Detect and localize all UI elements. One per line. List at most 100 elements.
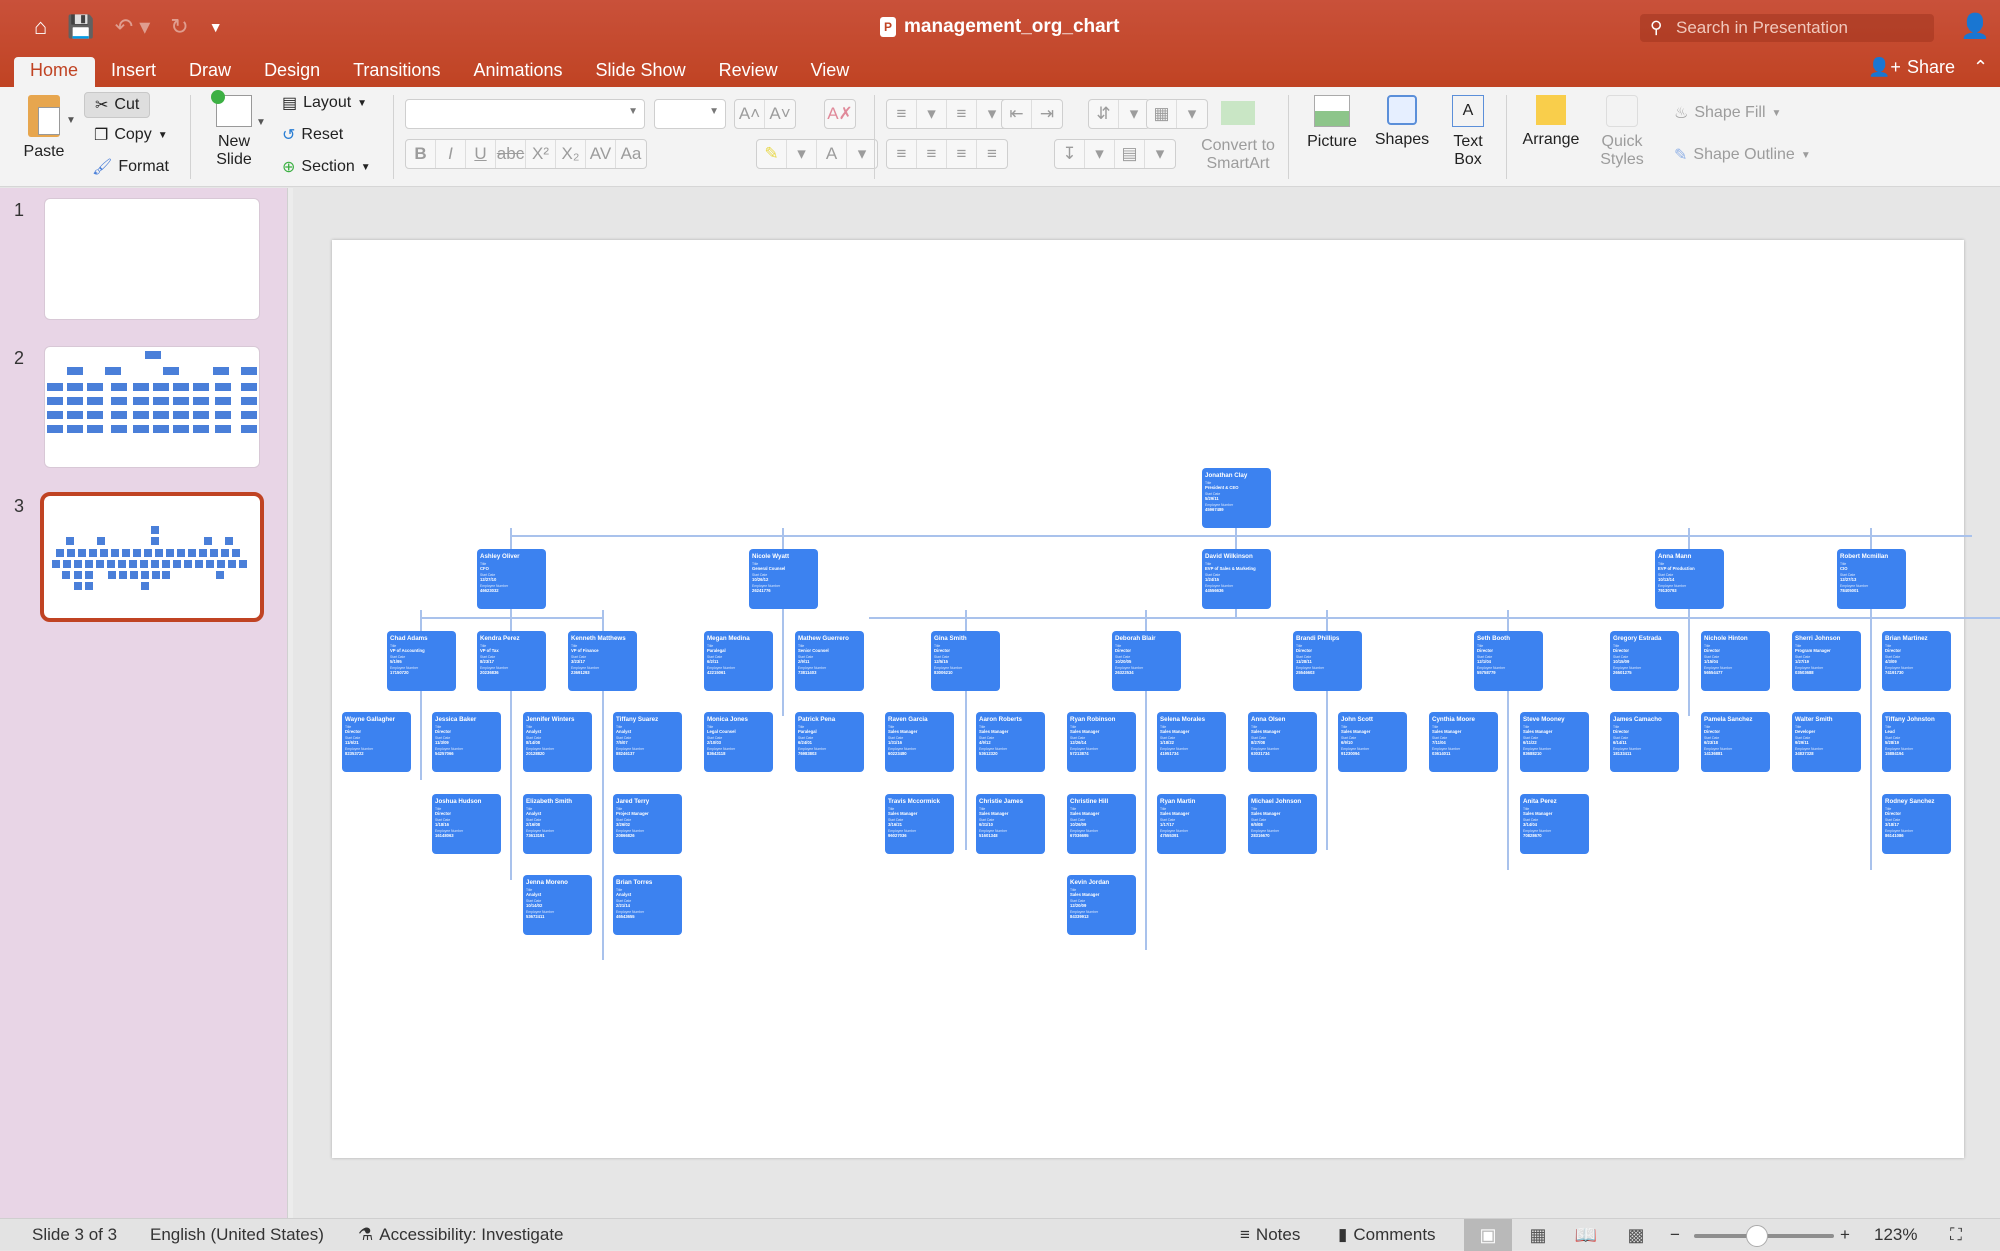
org-chart-card[interactable]: Tiffany Johnston Title Lead Start Date 5/28/… <box>1882 712 1951 772</box>
org-chart-card[interactable]: Tiffany Suarez Title Analyst Start Date 7/5/… <box>613 712 682 772</box>
org-chart-card[interactable]: Christie James Title Sales Manager Start Da… <box>976 794 1045 854</box>
tab-view[interactable]: View <box>795 57 867 87</box>
pane-splitter[interactable] <box>287 188 293 1218</box>
org-chart-card[interactable]: Elizabeth Smith Title Analyst Start Date 2/1… <box>523 794 592 854</box>
zoom-level[interactable]: 123% <box>1874 1225 1917 1245</box>
shapes-button[interactable]: Shapes <box>1372 95 1432 149</box>
org-chart-card[interactable]: Steve Mooney Title Sales Manager Start Date… <box>1520 712 1589 772</box>
align-text-icon[interactable]: ▤ <box>1115 140 1145 168</box>
tab-transitions[interactable]: Transitions <box>337 57 457 87</box>
slide-thumbnail-2[interactable] <box>44 346 260 468</box>
org-chart-card[interactable]: Kevin Jordan Title Sales Manager Start Date… <box>1067 875 1136 935</box>
org-chart-card[interactable]: Kendra Perez Title VP of Tax Start Date 8/23… <box>477 631 546 691</box>
org-chart-card[interactable]: Walter Smith Title Developer Start Date 9/29… <box>1792 712 1861 772</box>
org-chart-card[interactable]: Brian Torres Title Analyst Start Date 2/21/1… <box>613 875 682 935</box>
org-chart-card[interactable]: Patrick Pena Title Paralegal Start Date 6/24… <box>795 712 864 772</box>
paste-dropdown-icon[interactable]: ▼ <box>66 115 76 126</box>
org-chart-card[interactable]: Sherri Johnson Title Program Manager Start … <box>1792 631 1861 691</box>
save-icon[interactable]: 💾 <box>67 14 94 40</box>
org-chart-card[interactable]: Brandi Phillips Title Director Start Date 11… <box>1293 631 1362 691</box>
slide-thumbnail-3[interactable] <box>40 492 264 622</box>
account-icon[interactable]: 👤 <box>1960 12 1990 41</box>
tab-home[interactable]: Home <box>14 57 96 87</box>
org-chart-card[interactable]: Seth Booth Title Director Start Date 12/1/04… <box>1474 631 1543 691</box>
new-slide-button[interactable]: New Slide <box>204 90 264 169</box>
share-button[interactable]: 👤+ Share ⌃ <box>1868 57 1988 78</box>
normal-view-icon[interactable]: ▣ <box>1464 1219 1512 1251</box>
org-chart-card[interactable]: Ashley Oliver Title CFO Start Date 12/27/10 E… <box>477 549 546 609</box>
collapse-ribbon-icon[interactable]: ⌃ <box>1973 57 1988 78</box>
superscript-icon[interactable]: X² <box>526 140 556 168</box>
language-indicator[interactable]: English (United States) <box>150 1225 324 1245</box>
org-chart-card[interactable]: Cynthia Moore Title Sales Manager Start Dat… <box>1429 712 1498 772</box>
increase-font-icon[interactable]: A˄ <box>735 100 765 128</box>
clear-formatting-button[interactable]: A✗ <box>824 99 856 129</box>
bullets-icon[interactable]: ≡ <box>887 100 917 128</box>
format-painter-button[interactable]: 🖌 Format <box>92 157 169 177</box>
org-chart-card[interactable]: David Wilkinson Title EVP of Sales & Marke… <box>1202 549 1271 609</box>
text-direction-icon[interactable]: ↧ <box>1055 140 1085 168</box>
org-chart-card[interactable]: Nichole Hinton Title Director Start Date 1/1… <box>1701 631 1770 691</box>
org-chart-card[interactable]: Jessica Baker Title Director Start Date 11/3… <box>432 712 501 772</box>
slide[interactable]: Wayne Gallagher Title Director Start Date 11… <box>332 240 2000 1158</box>
bold-icon[interactable]: B <box>406 140 436 168</box>
customize-toolbar-icon[interactable]: ▼ <box>209 19 223 35</box>
align-left-icon[interactable]: ≡ <box>887 140 917 168</box>
justify-icon[interactable]: ≡ <box>977 140 1007 168</box>
quick-styles-button[interactable]: Quick Styles <box>1592 95 1652 169</box>
org-chart-card[interactable]: Anna Olsen Title Sales Manager Start Date 8/… <box>1248 712 1317 772</box>
decrease-font-icon[interactable]: A˅ <box>765 100 795 128</box>
arrange-button[interactable]: Arrange <box>1518 95 1584 149</box>
org-chart-card[interactable]: Jennifer Winters Title Analyst Start Date 8/… <box>523 712 592 772</box>
paste-button[interactable]: Paste <box>16 95 72 161</box>
italic-icon[interactable]: I <box>436 140 466 168</box>
slide-thumbnail-1[interactable] <box>44 198 260 320</box>
org-chart-card[interactable]: Christine Hill Title Sales Manager Start Da… <box>1067 794 1136 854</box>
fit-to-window-icon[interactable]: ⛶ <box>1950 1225 1962 1245</box>
org-chart-card[interactable]: Megan Medina Title Paralegal Start Date 6/2/… <box>704 631 773 691</box>
org-chart-card[interactable]: Pamela Sanchez Title Director Start Date 6/2… <box>1701 712 1770 772</box>
copy-button[interactable]: ❐ Copy ▼ <box>94 125 168 145</box>
zoom-slider-handle[interactable] <box>1746 1225 1768 1247</box>
font-size-select[interactable]: ▼ <box>654 99 726 129</box>
convert-smartart-button[interactable]: Convert to SmartArt <box>1198 95 1278 173</box>
comments-button[interactable]: ▮ Comments <box>1338 1225 1436 1245</box>
org-chart-card[interactable]: Anita Perez Title Sales Manager Start Date 3… <box>1520 794 1589 854</box>
org-chart-card[interactable]: Nicole Wyatt Title General Counsel Start Da… <box>749 549 818 609</box>
tab-review[interactable]: Review <box>703 57 795 87</box>
org-chart-card[interactable]: Robert Mcmillan Title CIO Start Date 12/27/1… <box>1837 549 1906 609</box>
redo-icon[interactable]: ↻ <box>170 14 188 40</box>
org-chart-card[interactable]: Mathew Guerrero Title Senior Counsel Start … <box>795 631 864 691</box>
undo-icon[interactable]: ↶ ▾ <box>115 14 151 40</box>
picture-button[interactable]: Picture <box>1302 95 1362 151</box>
zoom-out-icon[interactable]: − <box>1670 1225 1680 1245</box>
numbering-icon[interactable]: ≡ <box>947 100 977 128</box>
font-color-icon[interactable]: A <box>817 140 847 168</box>
search-input[interactable]: ⚲ Search in Presentation <box>1640 14 1934 42</box>
org-chart-card[interactable]: Gregory Estrada Title Director Start Date 10… <box>1610 631 1679 691</box>
increase-indent-icon[interactable]: ⇥ <box>1032 100 1062 128</box>
org-chart-card[interactable]: Jonathan Clay Title President & CEO Start D… <box>1202 468 1271 528</box>
subscript-icon[interactable]: X₂ <box>556 140 586 168</box>
shape-fill-button[interactable]: ♨ Shape Fill ▼ <box>1674 103 1781 123</box>
org-chart-card[interactable]: James Camacho Title Director Start Date 6/14… <box>1610 712 1679 772</box>
org-chart-card[interactable]: Wayne Gallagher Title Director Start Date 11… <box>342 712 411 772</box>
org-chart-card[interactable]: Michael Johnson Title Sales Manager Start D… <box>1248 794 1317 854</box>
text-box-button[interactable]: A Text Box <box>1440 95 1496 169</box>
strikethrough-icon[interactable]: abc <box>496 140 526 168</box>
slide-sorter-icon[interactable]: ▦ <box>1514 1219 1562 1251</box>
org-chart-card[interactable]: Jenna Moreno Title Analyst Start Date 10/14/… <box>523 875 592 935</box>
zoom-in-icon[interactable]: + <box>1840 1225 1850 1245</box>
org-chart-card[interactable]: John Scott Title Sales Manager Start Date 6/… <box>1338 712 1407 772</box>
character-spacing-icon[interactable]: AV <box>586 140 616 168</box>
decrease-indent-icon[interactable]: ⇤ <box>1002 100 1032 128</box>
tab-animations[interactable]: Animations <box>457 57 579 87</box>
org-chart-card[interactable]: Aaron Roberts Title Sales Manager Start Dat… <box>976 712 1045 772</box>
highlight-icon[interactable]: ✎ <box>757 140 787 168</box>
org-chart-card[interactable]: Jared Terry Title Project Manager Start Dat… <box>613 794 682 854</box>
org-chart-card[interactable]: Gina Smith Title Director Start Date 12/5/15… <box>931 631 1000 691</box>
layout-button[interactable]: ▤ Layout ▼ <box>282 93 367 113</box>
tab-slide-show[interactable]: Slide Show <box>580 57 703 87</box>
org-chart-card[interactable]: Ryan Martin Title Sales Manager Start Date 1… <box>1157 794 1226 854</box>
org-chart-card[interactable]: Selena Morales Title Sales Manager Start Da… <box>1157 712 1226 772</box>
